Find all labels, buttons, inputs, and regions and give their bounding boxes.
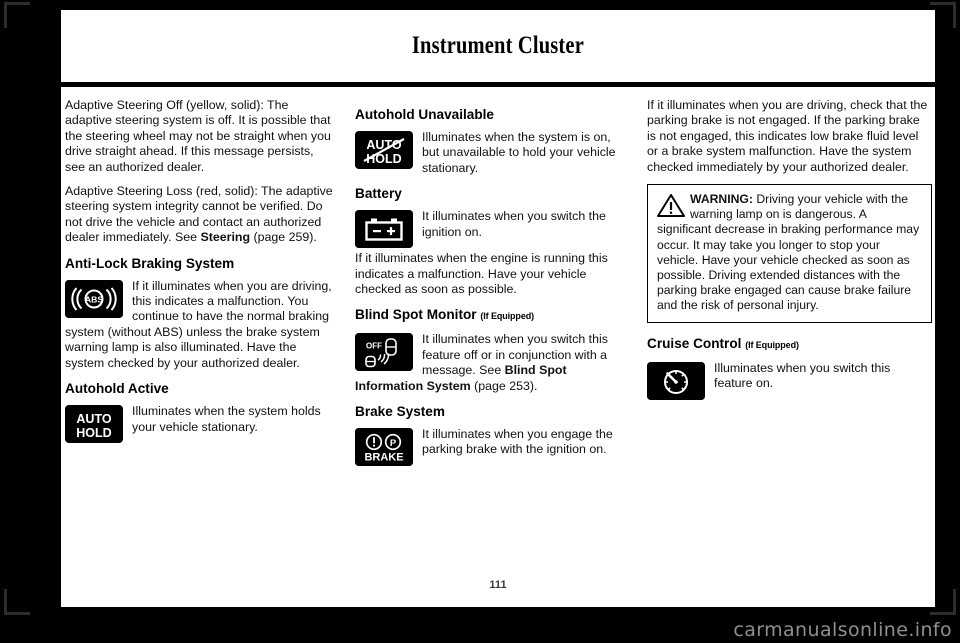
paragraph-adaptive-steering-off: Adaptive Steering Off (yellow, solid): T… — [65, 98, 331, 174]
svg-text:HOLD: HOLD — [366, 152, 401, 166]
section-heading-blind-spot-monitor-label: Blind Spot Monitor — [355, 307, 477, 323]
cruise-control-telltale-icon — [647, 361, 705, 400]
warning-text: WARNING: Driving your vehicle with the w… — [657, 192, 922, 314]
svg-text:P: P — [390, 438, 397, 449]
telltale-item-blind-spot: OFF It illuminates when you switch this … — [355, 332, 627, 394]
brake-telltale-icon: P BRAKE — [355, 428, 413, 467]
telltale-item-brake-system: P BRAKE It illuminates when you engage t… — [355, 427, 627, 467]
crop-mark-bottom-left — [4, 589, 30, 615]
telltale-item-autohold-unavailable: AUTO HOLD Illuminates when the system is… — [355, 130, 627, 176]
paragraph-brake-warning-driving: If it illuminates when you are driving, … — [647, 98, 928, 174]
section-heading-autohold-active: Autohold Active — [65, 381, 169, 397]
document-page-view: Instrument Cluster Adaptive Steering Off… — [0, 0, 960, 643]
auto-hold-unavailable-telltale-icon: AUTO HOLD — [355, 131, 413, 169]
manual-page: Instrument Cluster Adaptive Steering Off… — [61, 10, 935, 607]
warning-box: WARNING: Driving your vehicle with the w… — [647, 184, 932, 323]
telltale-item-cruise-control: Illuminates when you switch this feature… — [647, 361, 932, 401]
section-heading-anti-lock-braking-system: Anti-Lock Braking System — [65, 255, 235, 271]
if-equipped-note-blind-spot: (If Equipped) — [480, 311, 535, 322]
section-heading-battery: Battery — [355, 186, 402, 202]
warning-body: Driving your vehicle with the warning la… — [657, 192, 920, 313]
warning-triangle-icon — [657, 193, 685, 218]
section-heading-cruise-control-label: Cruise Control — [647, 335, 742, 351]
xref-steering-label[interactable]: Steering — [200, 230, 250, 244]
abs-telltale-icon: ABS — [65, 279, 123, 318]
svg-text:BRAKE: BRAKE — [364, 452, 403, 464]
xref-steering-page: (page 259). — [250, 230, 317, 245]
warning-label: WARNING: — [690, 192, 753, 207]
page-title: Instrument Cluster — [411, 32, 585, 59]
if-equipped-note-cruise-control: (If Equipped) — [745, 339, 799, 350]
column-left: Adaptive Steering Off (yellow, solid): T… — [61, 98, 352, 607]
blind-spot-off-telltale-icon: OFF — [355, 333, 413, 372]
auto-hold-telltale-icon: AUTO HOLD — [65, 405, 123, 444]
paragraph-adaptive-steering-loss: Adaptive Steering Loss (red, solid): The… — [65, 184, 334, 246]
site-watermark: carmanualsonline.info — [733, 619, 952, 641]
page-content: Adaptive Steering Off (yellow, solid): T… — [61, 87, 935, 607]
page-header: Instrument Cluster — [61, 10, 935, 82]
section-heading-brake-system: Brake System — [355, 404, 445, 420]
battery-telltale-icon — [355, 210, 413, 249]
telltale-item-abs: ABS If it illuminates when you are drivi… — [65, 279, 334, 371]
page-number: 111 — [489, 579, 507, 591]
section-heading-cruise-control: Cruise Control (If Equipped) — [647, 335, 932, 354]
telltale-item-autohold-active: AUTO HOLD Illuminates when the system ho… — [65, 404, 334, 444]
svg-text:ABS: ABS — [85, 294, 103, 304]
xref-blind-spot-page: (page 253). — [470, 378, 538, 393]
svg-text:OFF: OFF — [366, 342, 382, 351]
svg-text:AUTO: AUTO — [76, 412, 111, 426]
telltale-item-battery: It illuminates when you switch the ignit… — [355, 209, 627, 249]
crop-mark-top-left — [4, 2, 30, 28]
section-heading-autohold-unavailable: Autohold Unavailable — [355, 107, 494, 122]
column-right: If it illuminates when you are driving, … — [643, 98, 934, 607]
column-middle: Autohold Unavailable AUTO HOLD Illuminat… — [352, 98, 643, 607]
paragraph-battery-malfunction: If it illuminates when the engine is run… — [355, 251, 608, 297]
section-heading-blind-spot-monitor: Blind Spot Monitor (If Equipped) — [355, 306, 627, 325]
svg-text:HOLD: HOLD — [76, 426, 111, 440]
